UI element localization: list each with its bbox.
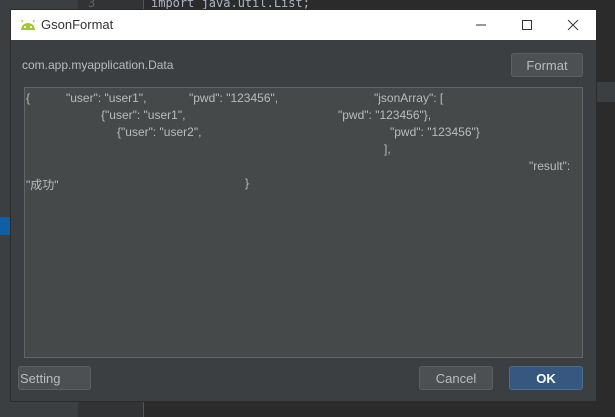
ide-line-number: 3 — [88, 0, 96, 10]
json-array-key: "jsonArray": [ — [374, 91, 444, 105]
ide-code-line: import java.util.List; — [151, 0, 310, 10]
android-icon — [19, 16, 37, 34]
json-open-brace: { — [26, 91, 31, 105]
gsonformat-dialog: GsonFormat com.app.myapplication.Data Fo… — [11, 10, 596, 401]
json-item1-user: {"user": "user1", — [101, 108, 186, 122]
title-bar[interactable]: GsonFormat — [11, 10, 596, 40]
json-pwd-key: "pwd": "123456", — [189, 91, 279, 105]
json-array-close: ], — [384, 142, 391, 156]
json-close-brace: } — [245, 176, 250, 190]
json-item2-user: {"user": "user2", — [117, 125, 202, 139]
json-result-value: "成功" — [26, 178, 59, 192]
ide-right-strip — [596, 82, 615, 102]
maximize-icon — [522, 20, 532, 30]
class-name-label: com.app.myapplication.Data — [22, 58, 174, 72]
json-item2-pwd: "pwd": "123456"} — [390, 125, 480, 139]
minimize-icon — [476, 24, 486, 26]
json-item1-pwd: "pwd": "123456"}, — [338, 108, 432, 122]
maximize-button[interactable] — [504, 10, 550, 40]
cancel-button[interactable]: Cancel — [419, 366, 493, 390]
format-button[interactable]: Format — [511, 53, 583, 77]
close-button[interactable] — [550, 10, 596, 40]
minimize-button[interactable] — [458, 10, 504, 40]
ide-selection-marker — [0, 217, 10, 235]
close-icon — [567, 19, 579, 31]
json-result-key: "result": — [529, 159, 571, 173]
dialog-title: GsonFormat — [41, 17, 114, 32]
json-textarea[interactable]: { "user": "user1", "pwd": "123456", "jso… — [24, 87, 583, 358]
json-user-key: "user": "user1", — [66, 91, 147, 105]
ok-button[interactable]: OK — [509, 366, 583, 390]
setting-button[interactable]: Setting — [18, 366, 91, 390]
